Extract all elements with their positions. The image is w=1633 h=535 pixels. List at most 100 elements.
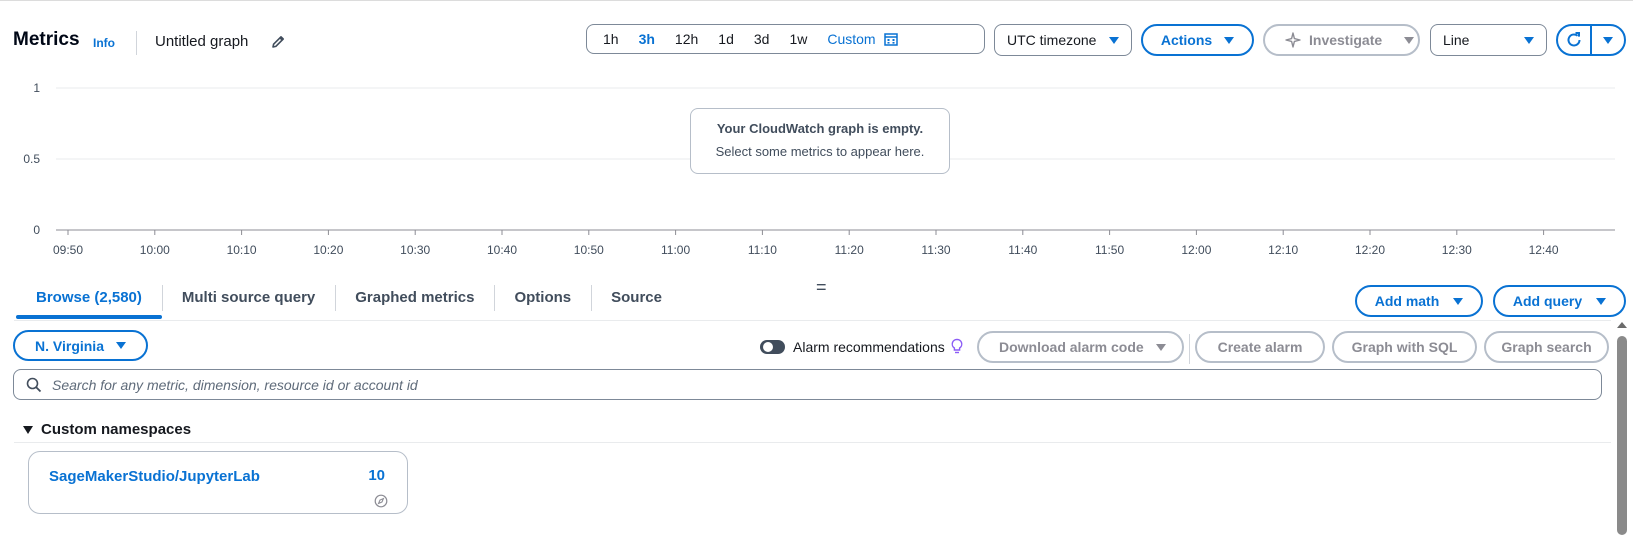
caret-down-icon [1453,297,1464,305]
x-tick-label: 10:20 [313,243,343,257]
refresh-icon [1567,32,1581,47]
calendar-icon [883,33,898,46]
namespace-card[interactable]: SageMakerStudio/JupyterLab 10 [28,451,408,514]
custom-time-range-button[interactable]: Custom [817,25,903,53]
empty-graph-message: Select some metrics to appear here. [715,144,925,159]
alarm-recommendations-toggle[interactable] [760,340,785,354]
sparkle-icon [1285,32,1301,48]
x-tick-label: 10:30 [400,243,430,257]
alarm-recommendations-label: Alarm recommendations [793,339,945,355]
graph-with-sql-label: Graph with SQL [1351,339,1458,355]
add-query-label: Add query [1512,293,1583,309]
time-range-option[interactable]: 3d [744,25,780,53]
download-alarm-code-label: Download alarm code [999,339,1144,355]
actions-label: Actions [1160,32,1213,48]
region-label: N. Virginia [35,337,104,354]
caret-down-icon [1524,36,1534,44]
graph-search-button[interactable]: Graph search [1484,331,1609,363]
add-query-button[interactable]: Add query [1493,285,1626,317]
chart-type-select[interactable]: Line [1430,24,1547,56]
tab-options[interactable]: Options [494,281,591,319]
investigate-label: Investigate [1309,32,1383,48]
tab-browse[interactable]: Browse (2,580) [16,281,162,319]
x-tick-label: 10:50 [574,243,604,257]
x-tick-label: 11:40 [1008,243,1037,257]
scroll-up-arrow-icon[interactable] [1617,322,1627,328]
y-tick-label: 0 [33,223,40,237]
y-tick-label: 0.5 [23,152,40,166]
custom-namespaces-toggle[interactable]: Custom namespaces [23,421,191,438]
caret-down-icon [1155,343,1166,351]
caret-down-icon [1404,36,1415,44]
custom-time-range-label: Custom [827,31,876,47]
x-tick-label: 12:30 [1442,243,1472,257]
lightbulb-icon [951,338,963,354]
scrollbar-thumb[interactable] [1617,336,1627,535]
caret-down-icon [115,342,126,349]
tab-source[interactable]: Source [591,281,682,319]
tab-multi-source-query[interactable]: Multi source query [161,281,335,319]
time-range-option[interactable]: 1d [708,25,744,53]
create-alarm-button[interactable]: Create alarm [1195,331,1325,363]
timezone-select[interactable]: UTC timezone [994,24,1132,56]
y-tick-label: 1 [33,81,40,95]
empty-graph-notice: Your CloudWatch graph is empty. Select s… [690,108,950,174]
header-divider [136,31,137,55]
x-tick-label: 11:30 [921,243,950,257]
x-tick-label: 11:00 [661,243,690,257]
x-tick-label: 11:10 [748,243,777,257]
add-math-button[interactable]: Add math [1355,285,1483,317]
custom-namespaces-heading: Custom namespaces [41,421,192,438]
namespace-name: SageMakerStudio/JupyterLab [49,468,260,485]
refresh-button[interactable] [1558,26,1592,54]
graph-name: Untitled graph [155,33,249,50]
toolbar-divider [1189,334,1190,364]
tab-bar: Browse (2,580) Multi source query Graphe… [16,281,682,319]
time-range-selector: 1h 3h 12h 1d 3d 1w Custom [586,24,985,54]
x-tick-label: 09:50 [53,243,83,257]
graph-with-sql-button[interactable]: Graph with SQL [1332,331,1477,363]
graph-search-label: Graph search [1501,339,1592,355]
region-selector-button[interactable]: N. Virginia [13,330,148,361]
tab-graphed-metrics[interactable]: Graphed metrics [335,281,494,319]
refresh-interval-dropdown[interactable] [1592,26,1624,54]
top-border [0,0,1633,1]
time-range-option-selected[interactable]: 3h [629,25,665,53]
actions-button[interactable]: Actions [1141,24,1254,56]
info-link[interactable]: Info [93,36,115,50]
x-tick-label: 12:40 [1529,243,1559,257]
x-tick-label: 12:00 [1181,243,1211,257]
caret-down-icon [1224,36,1235,44]
caret-down-icon [1109,36,1119,44]
page-title: Metrics [13,29,80,50]
caret-down-icon [1596,297,1607,305]
timezone-value: UTC timezone [1007,32,1097,48]
tabs-divider [14,320,1611,321]
namespace-metric-count: 10 [368,467,385,484]
refresh-button-group [1556,24,1626,56]
caret-down-icon [1603,36,1613,44]
compass-icon [374,494,388,508]
time-range-option[interactable]: 12h [665,25,708,53]
caret-down-icon [23,425,33,434]
empty-graph-title: Your CloudWatch graph is empty. [716,121,924,136]
chart-type-value: Line [1443,32,1470,48]
time-range-option[interactable]: 1w [779,25,817,53]
time-range-option[interactable]: 1h [593,25,629,53]
resize-handle-icon[interactable]: = [816,278,827,296]
add-math-label: Add math [1374,293,1440,309]
search-placeholder: Search for any metric, dimension, resour… [52,376,418,393]
investigate-button[interactable]: Investigate [1263,24,1420,56]
create-alarm-label: Create alarm [1217,339,1303,355]
x-tick-label: 11:20 [835,243,864,257]
x-tick-label: 12:10 [1268,243,1298,257]
x-tick-label: 12:20 [1355,243,1385,257]
x-tick-label: 10:00 [140,243,170,257]
download-alarm-code-button[interactable]: Download alarm code [977,331,1184,363]
x-tick-label: 10:40 [487,243,517,257]
edit-pencil-icon[interactable] [270,34,286,50]
metric-search-input[interactable]: Search for any metric, dimension, resour… [13,369,1602,400]
namespaces-divider [14,442,1611,443]
x-tick-label: 11:50 [1095,243,1124,257]
search-icon [26,377,42,392]
